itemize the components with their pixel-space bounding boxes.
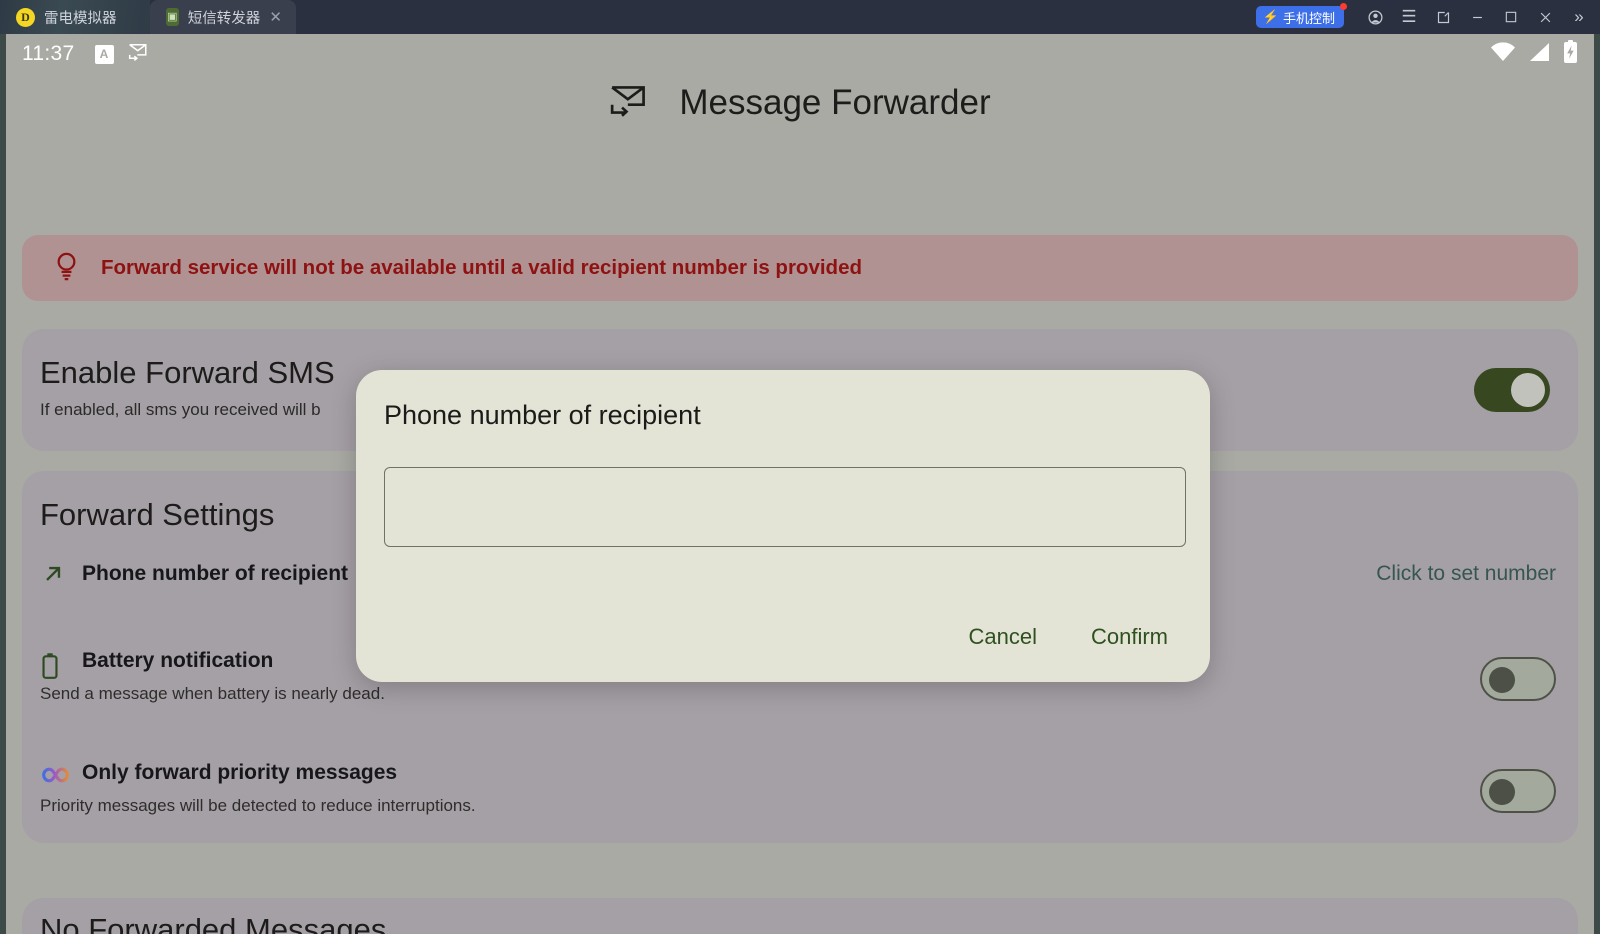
- phone-number-input[interactable]: [384, 467, 1186, 547]
- tab-sms-forwarder-label: 短信转发器: [187, 10, 261, 27]
- lightning-bolt-icon: ⚡: [1262, 9, 1279, 24]
- maximize-icon[interactable]: [1494, 0, 1528, 34]
- account-icon[interactable]: [1358, 0, 1392, 34]
- phone-control-button[interactable]: ⚡ 手机控制: [1255, 3, 1347, 28]
- confirm-button[interactable]: Confirm: [1073, 616, 1186, 658]
- tab-close-icon[interactable]: ✕: [269, 8, 282, 26]
- menu-icon[interactable]: ☰: [1392, 0, 1426, 34]
- android-screen: 11:37 A Message Forwarder Forward servic…: [0, 34, 1600, 934]
- dialog-actions: Cancel Confirm: [951, 616, 1187, 658]
- notification-dot-icon: [1340, 3, 1347, 10]
- minimize-icon[interactable]: [1460, 0, 1494, 34]
- phone-number-dialog: Phone number of recipient Cancel Confirm: [356, 370, 1210, 682]
- close-icon[interactable]: [1528, 0, 1562, 34]
- titlebar-controls: ⚡ 手机控制 ☰ »: [1255, 0, 1600, 34]
- tab-sms-forwarder[interactable]: ▣ 短信转发器 ✕: [150, 0, 296, 34]
- dialog-scrim[interactable]: Phone number of recipient Cancel Confirm: [0, 34, 1600, 934]
- tab-ldplayer-label: 雷电模拟器: [44, 10, 117, 27]
- phone-control-label: 手机控制: [1282, 10, 1335, 26]
- ldplayer-logo-icon: D: [16, 7, 35, 27]
- app-logo-icon: ▣: [166, 8, 179, 26]
- restore-window-icon[interactable]: [1426, 0, 1460, 34]
- emulator-titlebar: D 雷电模拟器 ▣ 短信转发器 ✕ ⚡ 手机控制 ☰ »: [0, 0, 1600, 34]
- cancel-button[interactable]: Cancel: [951, 616, 1055, 658]
- expand-more-icon[interactable]: »: [1562, 0, 1596, 34]
- tab-ldplayer[interactable]: D 雷电模拟器: [0, 0, 150, 34]
- dialog-title: Phone number of recipient: [384, 400, 701, 430]
